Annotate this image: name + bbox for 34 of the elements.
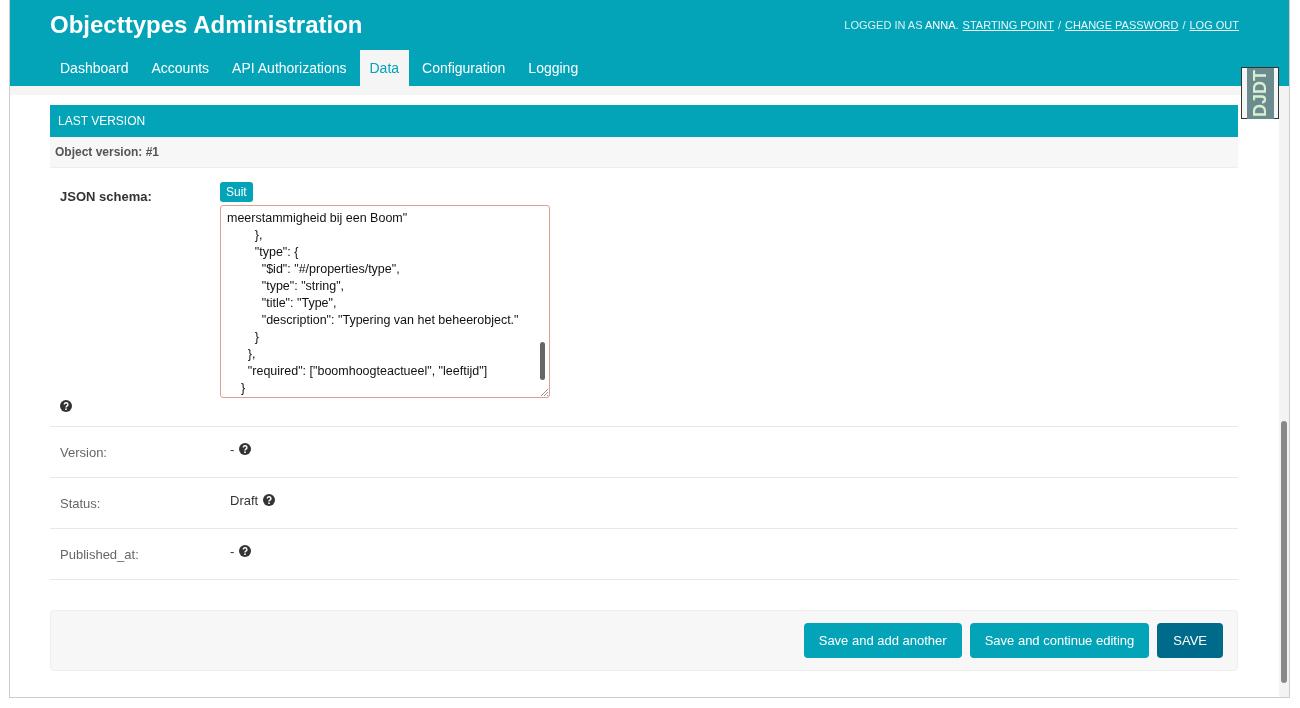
- section-subheader: Object version: #1: [50, 137, 1238, 168]
- header-link[interactable]: CHANGE PASSWORD: [1064, 19, 1179, 31]
- submit-button[interactable]: Save and add another: [803, 623, 962, 658]
- json-schema-field[interactable]: meerstammigheid bij een Boom" }, "type": { "$id": "#/properties/type", "type": "string", "title": "Type", "description": "Typering van het beheerobject." } }, "required": ["boomhoogteactueel", "leeftijd"] }: [220, 205, 550, 398]
- header-link[interactable]: STARTING POINT: [962, 19, 1054, 31]
- debug-toolbar-handle[interactable]: DJDT: [1241, 67, 1279, 119]
- scrollbar-thumb[interactable]: [540, 342, 545, 380]
- nav-tab[interactable]: Logging: [518, 50, 589, 86]
- user-greeting: LOGGED IN AS ANNA.: [844, 19, 959, 31]
- field-label: Published_at:: [60, 546, 139, 562]
- resize-handle-icon[interactable]: [540, 388, 548, 396]
- field-value: -: [230, 441, 235, 457]
- separator: /: [1182, 19, 1186, 31]
- section-header: LAST VERSION: [50, 105, 1238, 137]
- help-icon: [263, 494, 276, 506]
- header-link[interactable]: LOG OUT: [1189, 19, 1239, 31]
- field-label: JSON schema:: [60, 189, 152, 204]
- nav-tab[interactable]: Accounts: [141, 50, 220, 86]
- help-icon: [239, 443, 252, 455]
- help-icon: [60, 400, 72, 412]
- site-title: Objecttypes Administration: [50, 11, 363, 39]
- field-label: Status:: [60, 495, 101, 511]
- suit-button[interactable]: Suit: [220, 182, 253, 202]
- nav-tab[interactable]: Data: [359, 50, 410, 86]
- submit-button[interactable]: Save and continue editing: [969, 623, 1150, 658]
- help-icon: [239, 545, 252, 557]
- save-button[interactable]: SAVE: [1157, 623, 1223, 658]
- nav-tab[interactable]: API Authorizations: [222, 50, 357, 86]
- separator: /: [1057, 19, 1061, 31]
- nav-tab[interactable]: Dashboard: [50, 50, 139, 86]
- field-value: Draft: [230, 492, 259, 508]
- field-value: -: [230, 543, 235, 559]
- field-label: Version:: [60, 444, 107, 460]
- nav-tab[interactable]: Configuration: [412, 50, 516, 86]
